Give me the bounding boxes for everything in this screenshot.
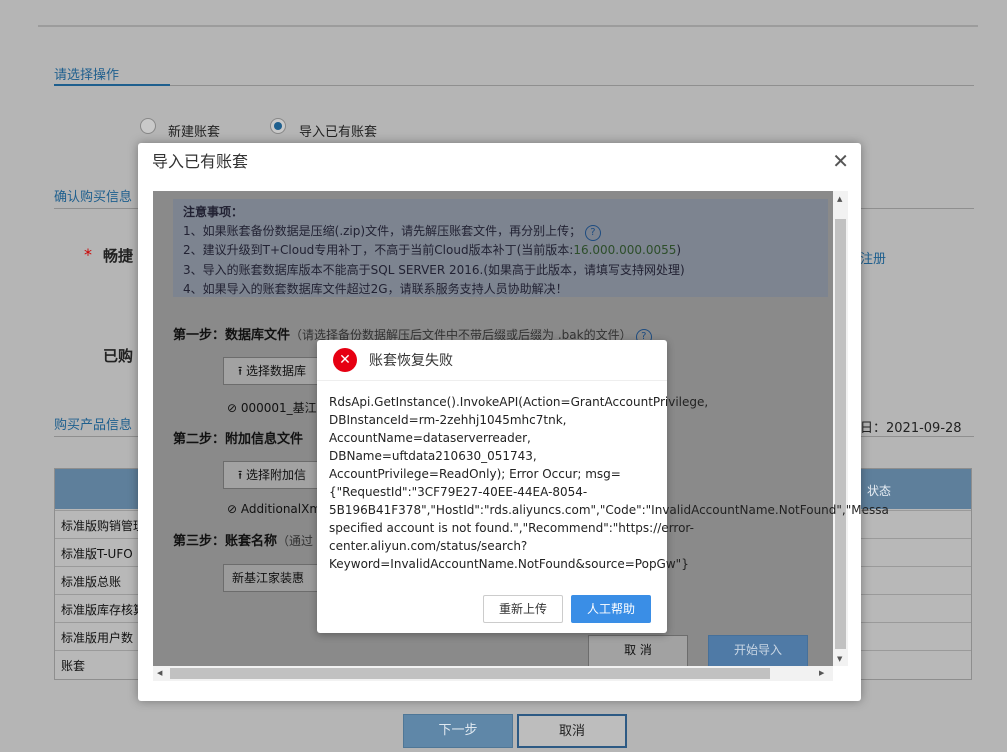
db-file-name: ⊘ 000001_基江 [227, 401, 317, 415]
notice-line-4: 4、如果导入的账套数据库文件超过2G，请联系服务支持人员协助解决！ [183, 282, 568, 296]
manual-help-button[interactable]: 人工帮助 [571, 595, 651, 623]
error-divider [317, 380, 667, 381]
start-import-button[interactable]: 开始导入 [708, 635, 808, 666]
section-title-confirm: 确认购买信息 [54, 190, 133, 205]
scroll-right-icon[interactable]: ▶ [819, 669, 824, 677]
step3-label: 第三步：账套名称 [173, 534, 278, 549]
required-star: * [84, 245, 92, 264]
attachment-icon: ⊘ [227, 502, 241, 516]
help-icon[interactable]: ? [584, 225, 601, 241]
radio-new-label: 新建账套 [168, 125, 221, 140]
notice-line-1: 1、如果账套备份数据是压缩(.zip)文件，请先解压账套文件，再分别上传； ? [183, 222, 601, 241]
notice-heading: 注意事项： [183, 205, 244, 219]
register-link[interactable]: 注册 [860, 248, 886, 267]
horizontal-scrollbar[interactable]: ◀ ▶ [153, 666, 833, 681]
date-text: 日：2021-09-28 [860, 421, 962, 436]
upload-icon: ⭱ [238, 364, 247, 378]
cancel-button[interactable]: 取消 [517, 714, 627, 748]
section-divider [54, 85, 974, 86]
step3-row: 第三步：账套名称（通过 [173, 530, 313, 549]
step1-label: 第一步：数据库文件 [173, 328, 291, 343]
purchased-label: 已购 [103, 347, 134, 365]
step3-hint: （通过 [277, 534, 314, 548]
error-dialog: ✕ 账套恢复失败 RdsApi.GetInstance().InvokeAPI(… [317, 340, 889, 633]
scroll-down-icon[interactable]: ▼ [837, 655, 842, 663]
radio-import-account[interactable] [270, 118, 286, 134]
dialog-title: 导入已有账套 [152, 152, 249, 171]
top-divider [38, 25, 978, 27]
notice-box: 注意事项： 1、如果账套备份数据是压缩(.zip)文件，请先解压账套文件，再分别… [173, 199, 828, 297]
scroll-left-icon[interactable]: ◀ [157, 669, 162, 677]
notice-line-2: 2、建议升级到T+Cloud专用补丁，不高于当前Cloud版本补丁(当前版本:1… [183, 243, 682, 257]
dialog-cancel-button[interactable]: 取 消 [588, 635, 688, 666]
table-header-status: 状态 [867, 484, 892, 498]
radio-import-label: 导入已有账套 [299, 125, 378, 140]
error-message: RdsApi.GetInstance().InvokeAPI(Action=Gr… [329, 395, 889, 571]
close-icon[interactable]: ✕ [832, 149, 849, 173]
step2-label: 第二步：附加信息文件 [173, 432, 304, 447]
product-label: 畅捷 [103, 247, 134, 265]
upload-icon: ⭱ [238, 468, 247, 482]
radio-new-account[interactable] [140, 118, 156, 134]
error-icon: ✕ [333, 348, 357, 372]
reupload-button[interactable]: 重新上传 [483, 595, 563, 623]
section-accent [54, 84, 170, 86]
error-title: 账套恢复失败 [369, 353, 453, 369]
attachment-icon: ⊘ [227, 401, 241, 415]
section-title-products: 购买产品信息 [54, 418, 133, 433]
attach-file-name: ⊘ AdditionalXm [227, 502, 322, 516]
notice-line-3: 3、导入的账套数据库版本不能高于SQL SERVER 2016.(如果高于此版本… [183, 263, 685, 277]
section-title-operation: 请选择操作 [54, 68, 120, 83]
horizontal-scroll-thumb[interactable] [170, 668, 770, 679]
scroll-up-icon[interactable]: ▲ [837, 195, 842, 203]
next-step-button[interactable]: 下一步 [403, 714, 513, 748]
